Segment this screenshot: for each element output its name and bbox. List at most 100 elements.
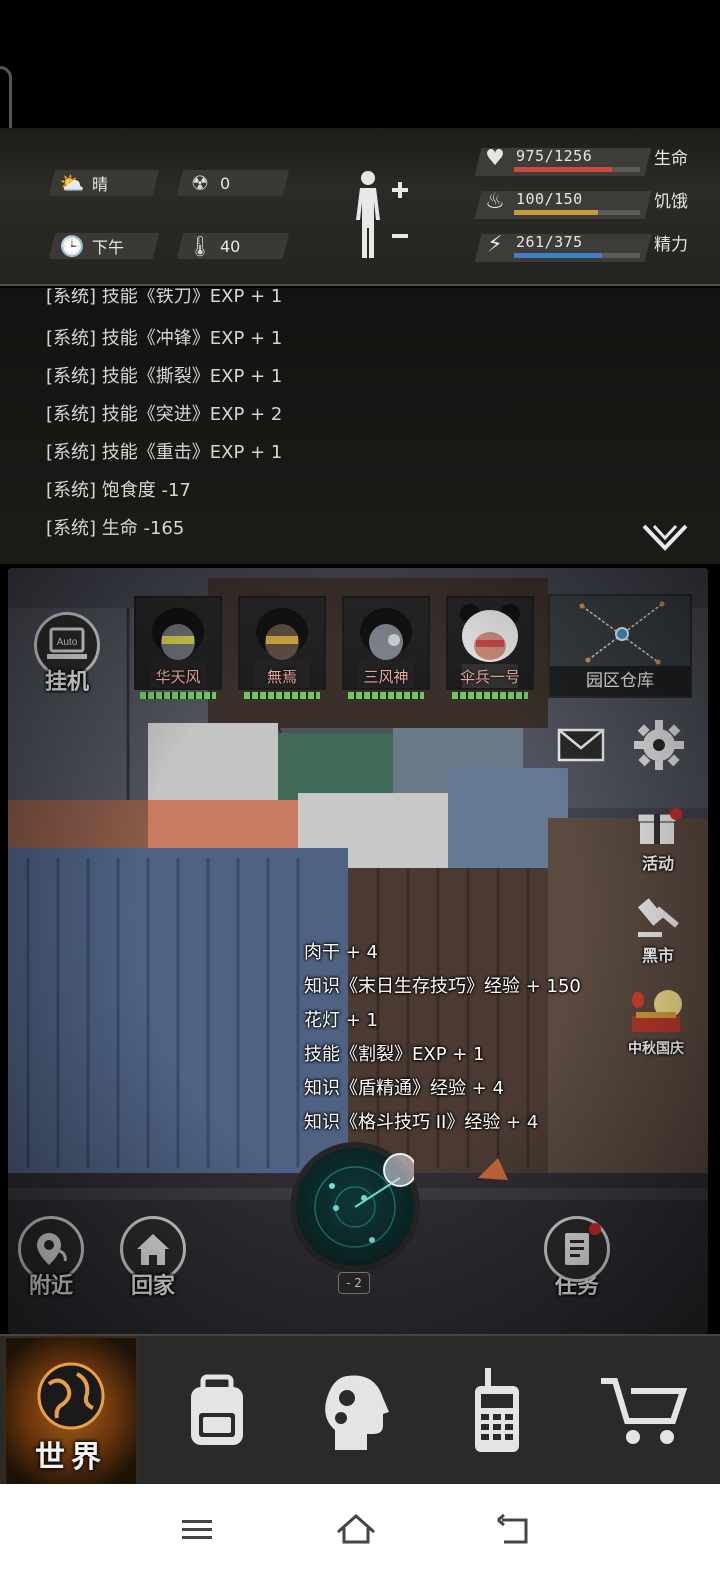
hero-card[interactable]: 华天风 xyxy=(134,596,222,700)
hero-hp-bar xyxy=(452,692,528,699)
mail-icon[interactable] xyxy=(556,720,606,770)
hero-name: 伞兵一号 xyxy=(459,668,520,686)
radar-scanner[interactable] xyxy=(290,1142,420,1272)
head-gears-icon xyxy=(325,1375,389,1450)
hunger-stat: ♨ 100/150 饥饿 xyxy=(474,185,710,221)
hero-name: 三风神 xyxy=(363,668,409,686)
hero-hp-bar xyxy=(244,692,320,699)
cloud-sun-icon: ⛅ xyxy=(59,171,85,195)
hero-name: 無焉 xyxy=(266,668,297,686)
black-market-label: 黑市 xyxy=(641,946,674,965)
back-icon[interactable] xyxy=(494,1510,534,1550)
location-pin-icon xyxy=(37,1233,67,1265)
weather-indicator: ⛅ 晴 xyxy=(58,170,108,196)
health-bar-fill xyxy=(514,167,612,172)
thermometer-icon: 🌡 xyxy=(187,234,213,258)
hero-hp-bar xyxy=(140,692,216,699)
nav-tab-world[interactable]: 世界 xyxy=(4,1336,138,1486)
time-indicator: 🕒 下午 xyxy=(58,233,124,259)
walkie-talkie-icon xyxy=(475,1368,519,1452)
weather-text: 晴 xyxy=(92,175,109,194)
radar-icon xyxy=(314,1153,417,1248)
menu-icon[interactable] xyxy=(178,1510,218,1550)
energy-value: 261/375 xyxy=(516,233,583,251)
log-line: [系统] 饱食度 -17 xyxy=(46,480,191,501)
backpack-icon xyxy=(191,1374,243,1445)
auto-battle-button[interactable]: Auto 挂机 xyxy=(34,612,100,696)
hero-card[interactable]: 無焉 xyxy=(238,596,326,700)
nav-tab-world-label: 世界 xyxy=(35,1440,107,1475)
gift-icon xyxy=(637,808,682,844)
lantern-moon-icon xyxy=(632,990,682,1032)
auto-badge-text: Auto xyxy=(57,637,78,648)
activity-button[interactable]: 活动 xyxy=(628,804,688,874)
shopping-cart-icon xyxy=(601,1378,688,1444)
energy-bar xyxy=(514,253,640,258)
body-status-button[interactable] xyxy=(348,168,412,260)
energy-icon: ⚡ xyxy=(487,232,503,257)
energy-bar-fill xyxy=(514,253,602,258)
time-text: 下午 xyxy=(92,238,125,257)
hero-card[interactable]: 三风神 xyxy=(342,596,430,700)
hunger-bar xyxy=(514,210,640,215)
reward-text: 知识《盾精通》经验 + 4 xyxy=(304,1078,504,1099)
hero-name: 华天风 xyxy=(155,668,201,686)
home-icon[interactable] xyxy=(336,1510,376,1550)
health-value: 975/1256 xyxy=(516,147,593,165)
energy-label: 精力 xyxy=(654,235,688,255)
health-stat: ♥ 975/1256 生命 xyxy=(474,142,710,178)
game-scene[interactable]: Auto 挂机 华天风 無焉 三风神 伞兵一号 园区仓库 活动 黑市 中秋国庆 … xyxy=(8,568,708,1334)
activity-label: 活动 xyxy=(641,854,674,873)
nearby-label: 附近 xyxy=(28,1274,73,1299)
bottom-navigation: 世界 xyxy=(0,1334,720,1486)
go-home-label: 回家 xyxy=(130,1274,175,1299)
expand-log-chevron-icon[interactable] xyxy=(642,524,688,552)
reward-text: 知识《末日生存技巧》经验 + 150 xyxy=(304,976,581,997)
reward-text: 技能《割裂》EXP + 1 xyxy=(304,1044,485,1065)
status-panel: ⛅ 晴 ☢ 0 🕒 下午 🌡 40 ♥ 975/1256 生命 ♨ 100/15… xyxy=(0,128,720,286)
tasks-button[interactable]: 任务 xyxy=(544,1216,610,1300)
radiation-indicator: ☢ 0 xyxy=(186,170,230,196)
tasks-circle xyxy=(544,1216,610,1282)
map-location-label: 园区仓库 xyxy=(550,666,690,696)
auto-battle-label: 挂机 xyxy=(44,670,89,695)
nav-tab-radio[interactable] xyxy=(428,1336,566,1486)
nav-tab-backpack[interactable] xyxy=(148,1336,286,1486)
nav-tab-shop[interactable] xyxy=(574,1336,712,1486)
hunger-label: 饥饿 xyxy=(654,192,688,212)
gear-icon[interactable] xyxy=(632,718,686,772)
globe-icon xyxy=(37,1362,105,1430)
temperature-value: 40 xyxy=(220,236,241,256)
laptop-icon: Auto xyxy=(47,627,87,659)
reward-text: 知识《格斗技巧 II》经验 + 4 xyxy=(304,1112,539,1133)
log-line: [系统] 技能《撕裂》EXP + 1 xyxy=(46,366,283,387)
radar-zoom-level[interactable]: - 2 xyxy=(338,1272,370,1294)
radiation-value: 0 xyxy=(220,173,231,193)
go-home-button[interactable]: 回家 xyxy=(120,1216,186,1300)
health-bar xyxy=(514,167,640,172)
hero-hp-bar xyxy=(348,692,424,699)
map-network-icon xyxy=(579,601,665,665)
location-map-button[interactable]: 园区仓库 xyxy=(548,594,692,698)
hunger-bar-fill xyxy=(514,210,598,215)
reward-text: 花灯 + 1 xyxy=(304,1010,378,1031)
nearby-button[interactable]: 附近 xyxy=(18,1216,84,1300)
festival-event-label: 中秋国庆 xyxy=(628,1041,684,1057)
system-navigation-bar xyxy=(0,1484,720,1592)
radiation-icon: ☢ xyxy=(191,171,209,195)
reward-text: 肉干 + 4 xyxy=(304,942,378,963)
heart-icon: ♥ xyxy=(485,146,505,171)
black-market-button[interactable]: 黑市 xyxy=(628,894,688,966)
temperature-indicator: 🌡 40 xyxy=(186,233,240,259)
house-icon xyxy=(137,1234,169,1265)
hero-card[interactable]: 伞兵一号 xyxy=(446,596,534,700)
log-line: [系统] 技能《突进》EXP + 2 xyxy=(46,404,283,425)
energy-stat: ⚡ 261/375 精力 xyxy=(474,228,710,264)
clock-icon: 🕒 xyxy=(59,234,85,258)
nav-tab-skills[interactable] xyxy=(288,1336,426,1486)
festival-event-button[interactable]: 中秋国庆 xyxy=(626,986,686,1058)
log-line: [系统] 生命 -165 xyxy=(46,518,185,539)
notification-dot xyxy=(589,1223,601,1235)
health-label: 生命 xyxy=(654,149,688,169)
system-log[interactable]: [系统] 技能《铁刀》EXP + 1 [系统] 技能《冲锋》EXP + 1 [系… xyxy=(0,288,720,564)
